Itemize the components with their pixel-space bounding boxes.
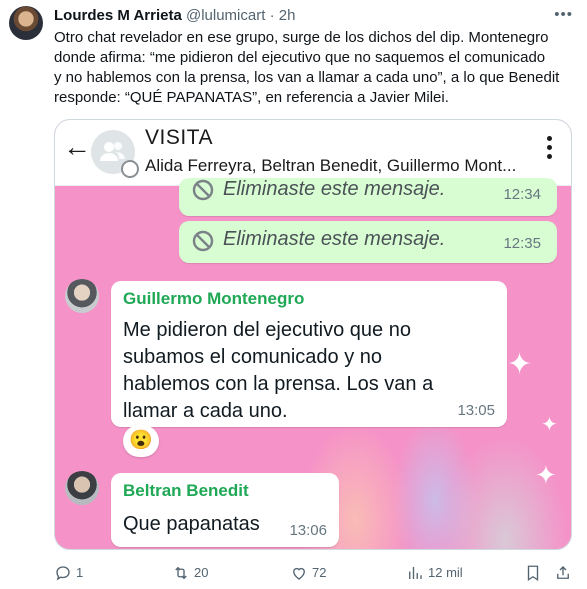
retweet-button[interactable]: 20 — [172, 560, 208, 584]
bookmark-button[interactable] — [524, 560, 542, 584]
more-horizontal-icon[interactable]: ••• — [554, 6, 573, 23]
tweet-text-line: y no hablemos con la prensa, los van a l… — [54, 69, 560, 86]
ban-icon — [192, 179, 214, 201]
deleted-message-text: Eliminaste este mensaje. — [223, 228, 446, 250]
sender-avatar[interactable] — [65, 279, 99, 313]
sender-name[interactable]: Guillermo Montenegro — [123, 289, 304, 309]
tweet-time[interactable]: 2h — [279, 7, 296, 24]
deleted-message: Eliminaste este mensaje. 12:34 — [179, 178, 557, 216]
message-line: llamar a cada uno. — [123, 400, 288, 422]
reply-icon — [56, 565, 70, 581]
reply-button[interactable]: 1 — [54, 560, 83, 584]
message-time: 13:06 — [289, 522, 327, 539]
disappearing-timer-icon — [121, 160, 139, 178]
message-time: 12:34 — [503, 186, 541, 203]
message-line: Me pidieron del ejecutivo que no — [123, 319, 411, 341]
tweet-actions: 1 20 72 12 mil — [54, 560, 574, 584]
message-line: Que papanatas — [123, 513, 260, 535]
message-text: Me pidieron del ejecutivo que no subamos… — [123, 317, 433, 425]
tweet-header: Lourdes M Arrieta @lulumicart · 2h — [54, 7, 575, 27]
tweet-text: Otro chat revelador en ese grupo, surge … — [54, 28, 579, 108]
views-bar-chart-icon — [409, 566, 422, 579]
message-bubble: Beltran Benedit Que papanatas 13:06 — [111, 473, 339, 547]
tweet-text-line: donde afirma: “me pidieron del ejecutivo… — [54, 49, 546, 66]
heart-icon — [293, 567, 305, 580]
message-time: 13:05 — [457, 402, 495, 419]
author-avatar[interactable] — [9, 6, 43, 40]
like-button[interactable]: 72 — [290, 560, 326, 584]
message-bubble: Guillermo Montenegro Me pidieron del eje… — [111, 281, 507, 427]
views-count: 12 mil — [428, 564, 463, 580]
sender-name[interactable]: Beltran Benedit — [123, 481, 249, 501]
reply-count: 1 — [76, 564, 84, 580]
sparkle-icon: ✦ — [541, 414, 558, 436]
like-count: 72 — [312, 564, 327, 580]
sender-avatar[interactable] — [65, 471, 99, 505]
reaction-emoji[interactable]: 😮 — [123, 425, 159, 457]
message-text: Que papanatas — [123, 511, 260, 538]
kebab-menu-icon[interactable] — [547, 136, 553, 160]
message-time: 12:35 — [503, 235, 541, 252]
views-button[interactable]: 12 mil — [406, 560, 463, 584]
chat-header: ← VISITA Alida Ferreyra, Beltran Benedit… — [55, 120, 571, 186]
sparkle-icon: ✦ — [535, 460, 557, 490]
author-handle[interactable]: @lulumicart — [186, 7, 265, 24]
chat-members[interactable]: Alida Ferreyra, Beltran Benedit, Guiller… — [145, 156, 525, 176]
sparkle-icon: ✦ — [507, 348, 533, 381]
separator-dot: · — [269, 7, 275, 24]
tweet-text-line: Otro chat revelador en ese grupo, surge … — [54, 29, 549, 46]
chat-title[interactable]: VISITA — [145, 126, 213, 150]
share-button[interactable] — [554, 560, 572, 584]
retweet-icon — [175, 566, 187, 579]
share-icon — [557, 565, 569, 579]
message-line: hablemos con la prensa. Los van a — [123, 373, 434, 395]
back-arrow-icon[interactable]: ← — [63, 132, 91, 162]
ban-icon — [192, 230, 214, 252]
retweet-count: 20 — [194, 564, 209, 580]
tweet-text-line: responde: “QUÉ PAPANATAS”, en referencia… — [54, 89, 449, 106]
deleted-message: Eliminaste este mensaje. 12:35 — [179, 221, 557, 263]
author-name[interactable]: Lourdes M Arrieta — [54, 7, 182, 24]
tweet-media-screenshot[interactable]: ✦ ✦ ✦ ← VISITA Alida Ferreyra, Beltran B… — [54, 119, 572, 550]
bookmark-icon — [527, 565, 539, 581]
message-line: subamos el comunicado y no — [123, 346, 383, 368]
deleted-message-text: Eliminaste este mensaje. — [223, 178, 446, 200]
group-avatar[interactable] — [91, 130, 139, 178]
